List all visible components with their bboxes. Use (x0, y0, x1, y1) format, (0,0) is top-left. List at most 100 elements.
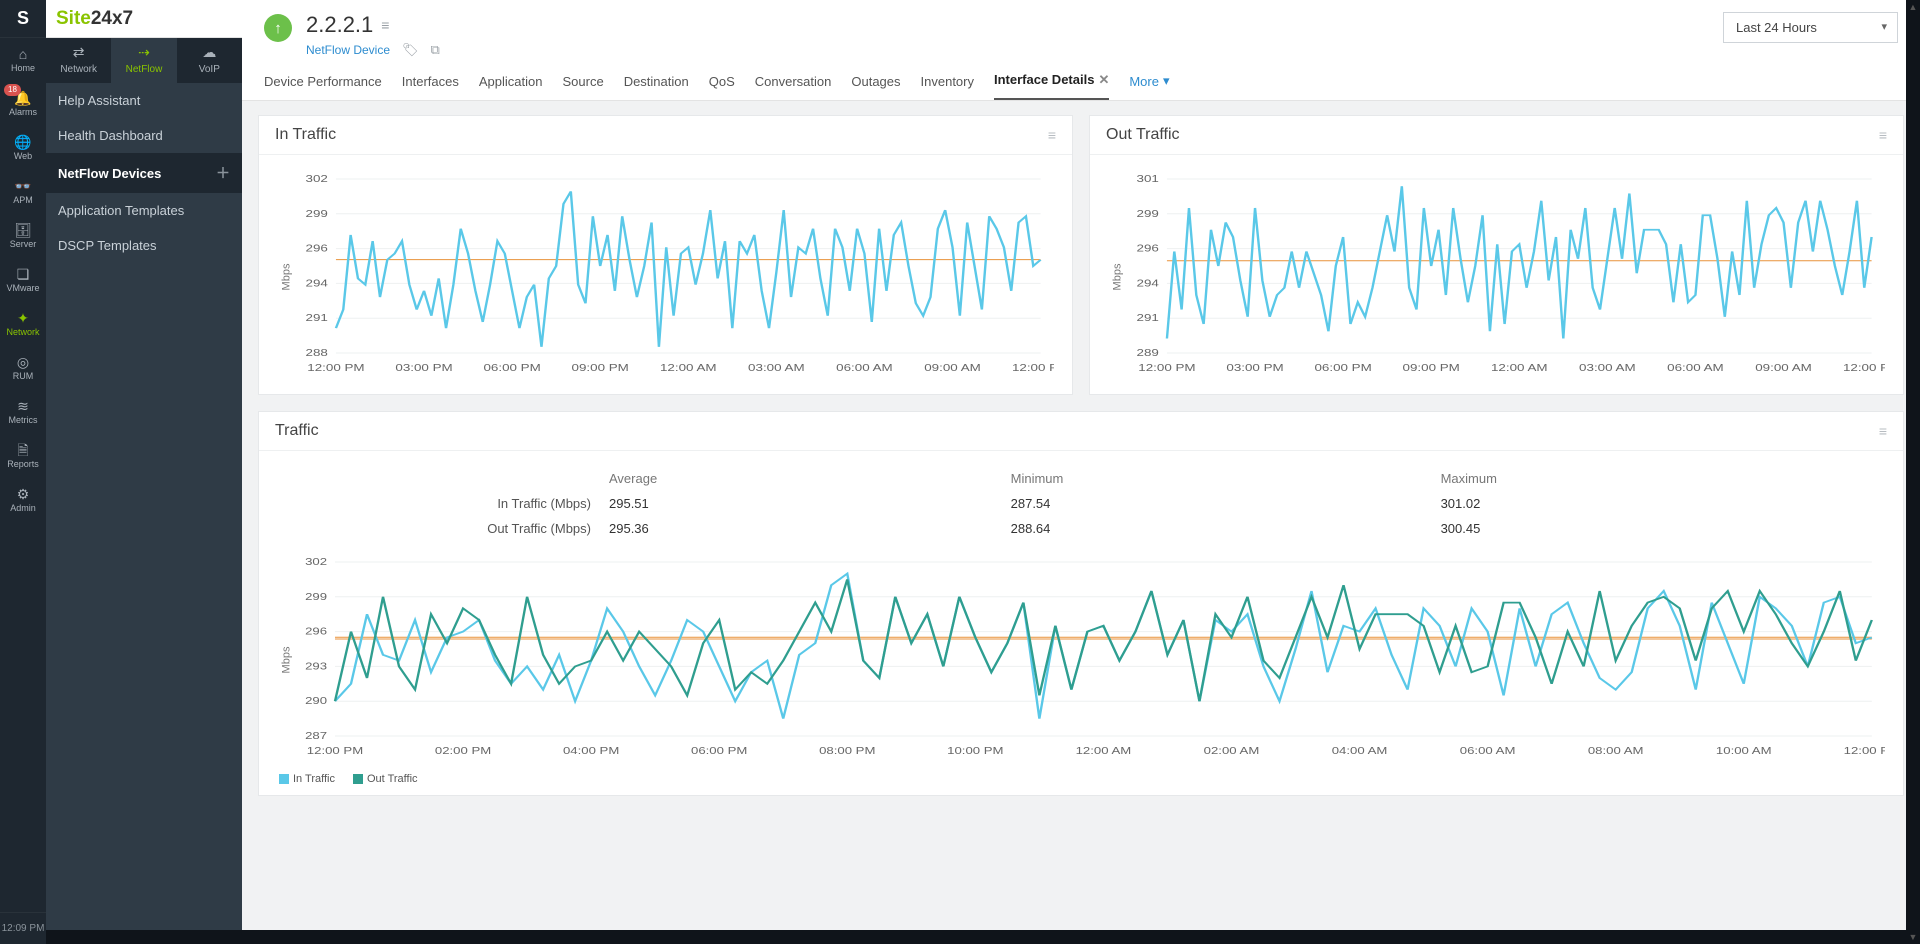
time-range-select[interactable]: Last 24 Hours (1723, 12, 1898, 43)
svg-text:299: 299 (306, 207, 329, 219)
rail-item-apm[interactable]: 👓APM (0, 170, 46, 214)
brand: Site24x7 (46, 0, 242, 38)
rail-item-network[interactable]: ✦ Network (0, 302, 46, 346)
scroll-down-arrow[interactable]: ▼ (1909, 930, 1918, 944)
tab-inv[interactable]: Inventory (921, 74, 974, 99)
col-max: Maximum (1433, 467, 1883, 490)
tab-ifaces[interactable]: Interfaces (402, 74, 459, 99)
rail-label: Network (6, 327, 39, 337)
sidebar-category-tabs: ⇄Network⇢NetFlow☁VoIP (46, 38, 242, 83)
tab-ifdet[interactable]: Interface Details✕ (994, 72, 1109, 100)
sidebar-tab-voip[interactable]: ☁VoIP (177, 38, 242, 83)
svg-text:03:00 PM: 03:00 PM (395, 362, 452, 374)
rail-item-vmware[interactable]: ❏VMware (0, 258, 46, 302)
rail-label: VMware (6, 283, 39, 293)
badge: 18 (4, 84, 21, 96)
brand-part1: Site (56, 8, 91, 30)
brand-part2: 24x7 (91, 8, 133, 30)
sidebar-menu: Help AssistantHealth DashboardNetFlow De… (46, 83, 242, 944)
card-title: Traffic (275, 422, 319, 440)
tabs-more[interactable]: More▾ (1129, 73, 1169, 99)
svg-text:289: 289 (1137, 347, 1160, 359)
rail-item-home[interactable]: ⌂Home (0, 38, 46, 82)
card-in-traffic: In Traffic ≡ Mbps 28829129429629930212:0… (258, 115, 1073, 395)
close-icon[interactable]: ✕ (1098, 72, 1109, 87)
scroll-up-arrow[interactable]: ▲ (1909, 0, 1918, 14)
svg-text:288: 288 (306, 347, 329, 359)
rail-label: Metrics (9, 415, 38, 425)
window-scrollbar-vertical[interactable]: ▲ ▼ (1906, 0, 1920, 944)
svg-text:12:00 PM: 12:00 PM (1843, 362, 1885, 374)
y-axis-label: Mbps (280, 263, 292, 290)
tab-conv[interactable]: Conversation (755, 74, 832, 99)
tab-qos[interactable]: QoS (709, 74, 735, 99)
rail-item-server[interactable]: 🗄Server (0, 214, 46, 258)
sidebar-item-dscp[interactable]: DSCP Templates (46, 228, 242, 263)
chart-in-traffic: 28829129429629930212:00 PM03:00 PM06:00 … (277, 169, 1054, 379)
rail-label: APM (13, 195, 33, 205)
svg-text:287: 287 (305, 730, 327, 741)
svg-text:10:00 PM: 10:00 PM (947, 745, 1003, 756)
svg-text:06:00 AM: 06:00 AM (836, 362, 893, 374)
rail-label: Admin (10, 503, 36, 513)
y-axis-label: Mbps (280, 646, 292, 673)
network-icon: ⇄ (73, 44, 85, 61)
page-tabs: Device Performance Interfaces Application S… (264, 72, 1898, 100)
svg-text:293: 293 (305, 661, 327, 672)
tab-outages[interactable]: Outages (851, 74, 900, 99)
tab-app[interactable]: Application (479, 74, 543, 99)
svg-text:302: 302 (305, 556, 327, 567)
rail-label: Alarms (9, 107, 37, 117)
rail-item-alarms[interactable]: 18🔔Alarms (0, 82, 46, 126)
table-row: In Traffic (Mbps)295.51287.54301.02 (279, 492, 1883, 515)
rail-item-metrics[interactable]: ≋Metrics (0, 390, 46, 434)
sidebar-tab-netflow[interactable]: ⇢NetFlow (111, 38, 176, 83)
svg-text:03:00 AM: 03:00 AM (1579, 362, 1636, 374)
status-up-icon: ↑ (264, 14, 292, 42)
card-traffic: Traffic ≡ Average Minimum Maximum In Tra… (258, 411, 1904, 796)
tab-src[interactable]: Source (562, 74, 603, 99)
device-type-link[interactable]: NetFlow Device (306, 43, 390, 57)
tag-icon[interactable]: 🏷 (402, 42, 419, 58)
svg-text:12:00 PM: 12:00 PM (307, 745, 363, 756)
card-title: Out Traffic (1106, 126, 1180, 144)
svg-text:296: 296 (305, 626, 327, 637)
tab-devperf[interactable]: Device Performance (264, 74, 382, 99)
sidebar-tab-network[interactable]: ⇄Network (46, 38, 111, 83)
card-menu-icon[interactable]: ≡ (1048, 127, 1056, 143)
add-icon[interactable]: ＋ (216, 163, 230, 183)
sidebar-item-devices[interactable]: NetFlow Devices＋ (46, 153, 242, 193)
admin-icon: ⚙ (17, 487, 30, 501)
sidebar-item-hdash[interactable]: Health Dashboard (46, 118, 242, 153)
netflow-icon: ⇢ (138, 44, 150, 61)
rail-label: Server (10, 239, 37, 249)
rail-label: Reports (7, 459, 39, 469)
sidebar-item-help[interactable]: Help Assistant (46, 83, 242, 118)
legend-out: Out Traffic (367, 773, 418, 785)
card-out-traffic: Out Traffic ≡ Mbps 28929129429629930112:… (1089, 115, 1904, 395)
copy-icon[interactable]: ⧉ (431, 42, 440, 58)
svg-text:296: 296 (306, 242, 329, 254)
col-avg: Average (601, 467, 1001, 490)
sidebar-item-apptmpl[interactable]: Application Templates (46, 193, 242, 228)
traffic-stats-table: Average Minimum Maximum In Traffic (Mbps… (277, 465, 1885, 542)
card-title: In Traffic (275, 126, 336, 144)
rail-item-rum[interactable]: ◎ RUM (0, 346, 46, 390)
content[interactable]: In Traffic ≡ Mbps 28829129429629930212:0… (242, 101, 1920, 944)
card-menu-icon[interactable]: ≡ (1879, 423, 1887, 439)
network-icon: ✦ (17, 311, 29, 325)
chart-legend: In Traffic Out Traffic (277, 767, 1885, 785)
rail-label: RUM (13, 371, 34, 381)
svg-text:294: 294 (1137, 277, 1160, 289)
rail-item-reports[interactable]: 🗎Reports (0, 434, 46, 478)
svg-text:12:00 PM: 12:00 PM (307, 362, 364, 374)
card-menu-icon[interactable]: ≡ (1879, 127, 1887, 143)
rail-item-admin[interactable]: ⚙ Admin (0, 478, 46, 522)
window-scrollbar-horizontal[interactable] (46, 930, 1906, 944)
svg-text:12:00 AM: 12:00 AM (1076, 745, 1132, 756)
chart-traffic-combined: 28729029329629930212:00 PM02:00 PM04:00 … (277, 552, 1885, 762)
rum-icon: ◎ (17, 355, 29, 369)
rail-item-web[interactable]: 🌐Web (0, 126, 46, 170)
device-actions-menu[interactable]: ≡ (381, 17, 389, 33)
tab-dst[interactable]: Destination (624, 74, 689, 99)
